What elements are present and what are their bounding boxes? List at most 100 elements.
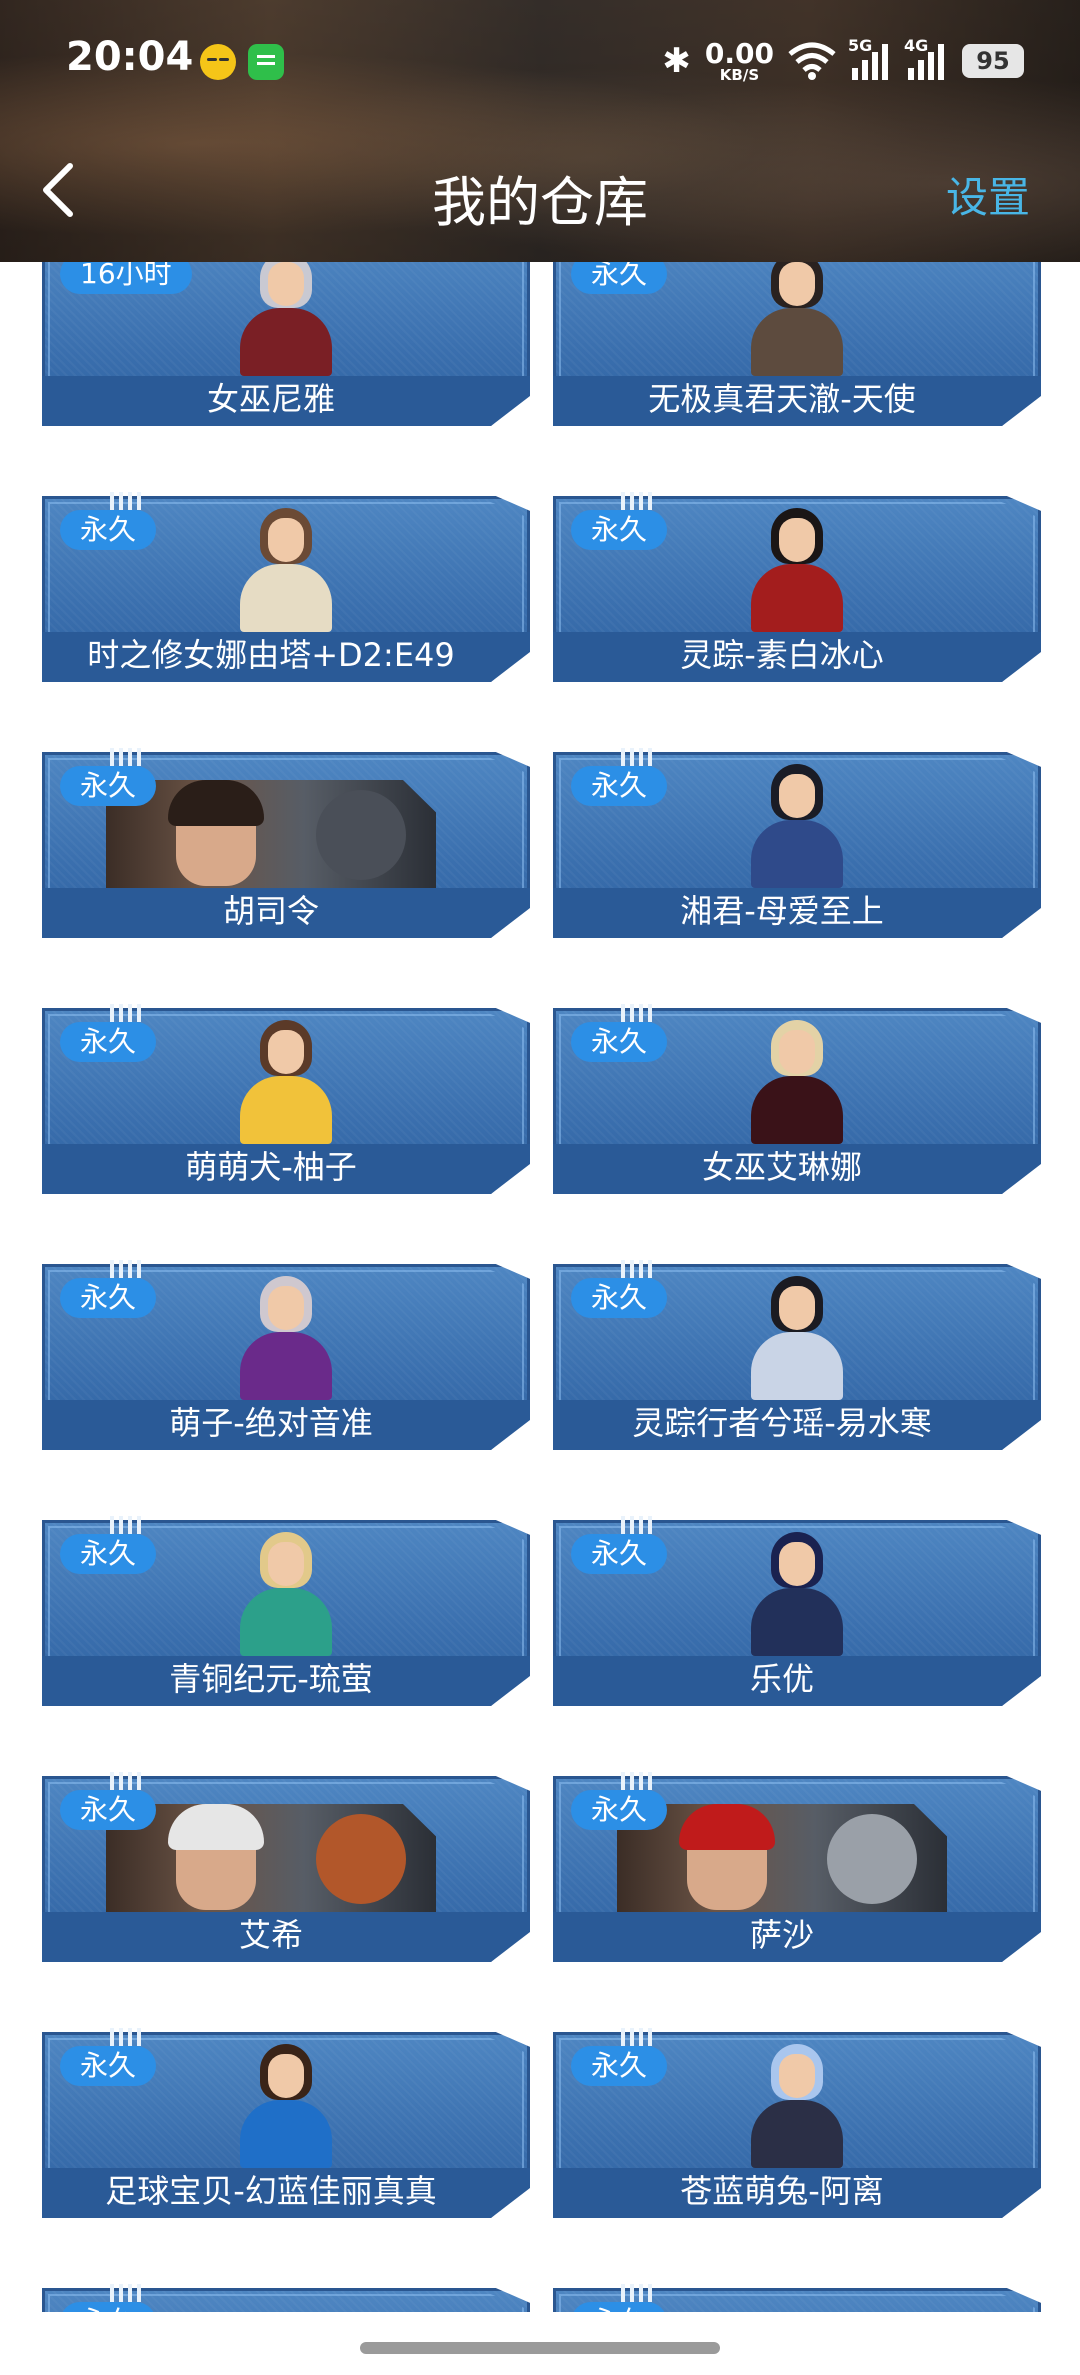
portrait-body <box>751 820 843 888</box>
home-indicator[interactable] <box>360 2342 720 2354</box>
portrait-face <box>779 774 815 818</box>
item-name: 乐优 <box>749 1660 814 1698</box>
card-tick-marks <box>110 2028 144 2046</box>
portrait-body <box>751 1588 843 1656</box>
duration-badge: 永久 <box>60 510 157 550</box>
signal-4g-icon: 4G <box>904 36 948 80</box>
duration-badge: 永久 <box>571 2302 668 2312</box>
banner-emblem-icon <box>316 790 406 880</box>
inventory-item-card[interactable]: 16小时 女巫尼雅 <box>42 262 530 426</box>
item-name: 足球宝贝-幻蓝佳丽真真 <box>105 2172 437 2210</box>
inventory-item-card[interactable]: 永久 灵踪行者兮瑶-易水寒 <box>553 1260 1041 1450</box>
portrait-face <box>268 1542 304 1586</box>
duration-badge: 永久 <box>571 766 668 806</box>
portrait-body <box>751 308 843 376</box>
portrait-face <box>779 2054 815 2098</box>
inventory-item-card[interactable]: 永久 <box>42 2284 530 2312</box>
item-name: 灵踪行者兮瑶-易水寒 <box>632 1404 932 1442</box>
status-right: ✱ 0.00 KB/S 5G 4G 95 <box>662 36 1024 86</box>
portrait-body <box>240 1332 332 1400</box>
card-tick-marks <box>621 1260 655 1278</box>
character-portrait <box>737 1526 857 1656</box>
card-tick-marks <box>621 492 655 510</box>
inventory-item-card[interactable]: 永久 萌萌犬-柚子 <box>42 1004 530 1194</box>
inventory-item-card[interactable]: 永久 无极真君天澈-天使 <box>553 262 1041 426</box>
character-portrait <box>226 1270 346 1400</box>
character-portrait <box>737 502 857 632</box>
network-speed-value: 0.00 <box>704 36 774 70</box>
inventory-item-card[interactable]: 永久 萌子-绝对音准 <box>42 1260 530 1450</box>
duration-badge: 永久 <box>571 262 668 294</box>
inventory-item-card[interactable]: 永久 胡司令 <box>42 748 530 938</box>
portrait-face <box>779 1286 815 1330</box>
inventory-item-card[interactable]: 永久 青铜纪元-琉萤 <box>42 1516 530 1706</box>
duration-badge: 永久 <box>60 2046 157 2086</box>
inventory-item-card[interactable]: 永久艾希 <box>42 1772 530 1962</box>
banner-hair <box>168 1804 264 1850</box>
network-speed-unit: KB/S <box>719 65 760 84</box>
card-tick-marks <box>110 2284 144 2302</box>
character-portrait <box>737 2038 857 2168</box>
item-banner-image <box>106 780 436 888</box>
inventory-item-card[interactable]: 永久 女巫艾琳娜 <box>553 1004 1041 1194</box>
inventory-item-card[interactable]: 永久灵踪-素白冰心 <box>553 492 1041 682</box>
inventory-item-card[interactable]: 永久 湘君-母爱至上 <box>553 748 1041 938</box>
status-time: 20:04 <box>66 34 194 80</box>
signal-5g-icon: 5G <box>848 36 892 80</box>
character-portrait <box>226 2038 346 2168</box>
duration-badge: 永久 <box>571 1022 668 1062</box>
character-portrait <box>737 262 857 376</box>
card-tick-marks <box>621 748 655 766</box>
duration-badge: 永久 <box>571 1790 668 1830</box>
signal-4g-label: 4G <box>904 36 929 55</box>
card-tick-marks <box>621 2284 655 2302</box>
inventory-item-card[interactable]: 永久 苍蓝萌兔-阿离 <box>553 2028 1041 2218</box>
card-tick-marks <box>621 1772 655 1790</box>
portrait-body <box>240 2100 332 2168</box>
character-portrait <box>737 758 857 888</box>
item-name: 灵踪-素白冰心 <box>680 636 884 674</box>
inventory-item-card[interactable]: 永久 <box>553 2284 1041 2312</box>
item-name: 艾希 <box>238 1916 303 1954</box>
duration-badge: 永久 <box>60 1278 157 1318</box>
card-tick-marks <box>621 1516 655 1534</box>
portrait-body <box>240 1076 332 1144</box>
card-tick-marks <box>110 492 144 510</box>
card-tick-marks <box>110 1260 144 1278</box>
character-portrait <box>737 1270 857 1400</box>
message-notification-icon <box>248 44 284 80</box>
duration-badge: 永久 <box>60 1790 157 1830</box>
signal-5g-label: 5G <box>848 36 873 55</box>
bluetooth-icon: ✱ <box>662 41 691 81</box>
nav-bar: 我的仓库 设置 <box>0 140 1080 240</box>
portrait-body <box>751 1076 843 1144</box>
character-portrait <box>226 1526 346 1656</box>
item-name: 萌萌犬-柚子 <box>185 1148 357 1186</box>
inventory-item-card[interactable]: 永久 时之修女娜由塔+D2:E49 <box>42 492 530 682</box>
duration-badge: 永久 <box>571 2046 668 2086</box>
banner-hair <box>679 1804 775 1850</box>
card-tick-marks <box>110 1516 144 1534</box>
item-banner-image <box>617 1804 947 1912</box>
item-banner-image <box>106 1804 436 1912</box>
card-tick-marks <box>621 2028 655 2046</box>
portrait-face <box>268 518 304 562</box>
page-title: 我的仓库 <box>432 171 648 234</box>
inventory-grid: 16小时 女巫尼雅 永久 无极真君天澈-天使 永久 时之修女娜由塔+D2:E49 永久 灵踪-… <box>0 262 1080 2312</box>
portrait-body <box>240 308 332 376</box>
item-name: 青铜纪元-琉萤 <box>169 1660 373 1698</box>
duration-badge: 永久 <box>571 510 668 550</box>
settings-button[interactable]: 设置 <box>946 164 1030 225</box>
portrait-body <box>751 564 843 632</box>
wifi-icon <box>788 42 836 80</box>
portrait-face <box>268 262 304 306</box>
banner-emblem-icon <box>316 1814 406 1904</box>
inventory-item-card[interactable]: 永久足球宝贝-幻蓝佳丽真真 <box>42 2028 530 2218</box>
portrait-body <box>751 2100 843 2168</box>
inventory-item-card[interactable]: 永久 萨沙 <box>553 1772 1041 1962</box>
item-name: 女巫尼雅 <box>206 380 335 418</box>
character-portrait <box>226 1014 346 1144</box>
card-tick-marks <box>110 748 144 766</box>
inventory-item-card[interactable]: 永久 乐优 <box>553 1516 1041 1706</box>
portrait-body <box>751 1332 843 1400</box>
